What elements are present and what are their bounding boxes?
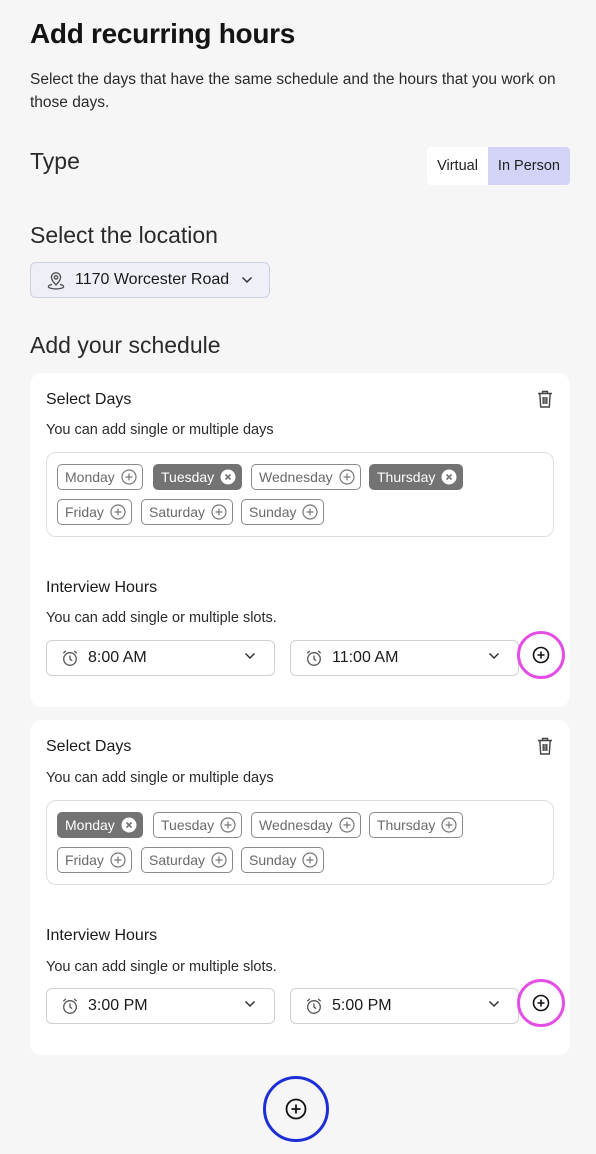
day-chip-sunday[interactable]: Sunday — [241, 499, 325, 525]
type-option-in-person[interactable]: In Person — [487, 147, 570, 185]
plus-circle-icon — [285, 1098, 307, 1120]
chevron-down-icon — [241, 276, 253, 284]
day-chip-wednesday[interactable]: Wednesday — [251, 464, 361, 490]
day-chip-sunday[interactable]: Sunday — [241, 847, 325, 873]
interview-hours-hint: You can add single or multiple slots. — [46, 610, 277, 626]
add-schedule-button[interactable] — [263, 1076, 329, 1142]
end-time-value: 11:00 AM — [332, 649, 399, 666]
day-chip-friday[interactable]: Friday — [57, 847, 132, 873]
page-subtitle: Select the days that have the same sched… — [30, 71, 556, 111]
day-chip-label: Sunday — [249, 504, 297, 520]
day-chip-saturday[interactable]: Saturday — [141, 499, 234, 525]
day-chip-tuesday[interactable]: Tuesday — [153, 812, 243, 838]
chevron-down-icon — [488, 652, 500, 660]
location-select-value: 1170 Worcester Road — [75, 271, 230, 288]
location-select[interactable]: 1170 Worcester Road — [30, 262, 270, 298]
chevron-down-icon — [244, 652, 256, 660]
day-chip-label: Saturday — [149, 852, 206, 868]
day-chip-label: Saturday — [149, 504, 206, 520]
chevron-down-icon — [244, 1000, 256, 1008]
end-time-select[interactable]: 11:00 AM — [290, 640, 519, 676]
day-chip-friday[interactable]: Friday — [57, 499, 132, 525]
alarm-clock-icon — [305, 649, 323, 667]
schedule-card: Select Days You can add single or multip… — [30, 720, 570, 1055]
schedule-card: Select Days You can add single or multip… — [30, 373, 570, 707]
add-slot-button[interactable] — [517, 979, 565, 1027]
days-selector: Monday Tuesday Wednesday Thursday Friday… — [46, 800, 554, 885]
day-chip-label: Thursday — [377, 817, 436, 833]
select-days-hint: You can add single or multiple days — [46, 770, 274, 786]
day-chip-label: Wednesday — [259, 817, 333, 833]
day-chip-label: Tuesday — [161, 817, 215, 833]
add-slot-button[interactable] — [517, 631, 565, 679]
day-chip-wednesday[interactable]: Wednesday — [251, 812, 361, 838]
x-circle-icon — [220, 469, 236, 485]
day-chip-monday[interactable]: Monday — [57, 812, 143, 838]
type-heading: Type — [30, 148, 80, 174]
alarm-clock-icon — [61, 997, 79, 1015]
plus-circle-icon — [532, 994, 550, 1012]
start-time-value: 3:00 PM — [88, 997, 148, 1014]
end-time-select[interactable]: 5:00 PM — [290, 988, 519, 1024]
plus-circle-icon — [339, 817, 355, 833]
x-circle-icon — [121, 817, 137, 833]
start-time-select[interactable]: 8:00 AM — [46, 640, 275, 676]
day-chip-label: Sunday — [249, 852, 297, 868]
trash-icon[interactable] — [536, 389, 554, 414]
select-days-title: Select Days — [46, 738, 132, 755]
type-option-virtual[interactable]: Virtual — [427, 147, 488, 185]
plus-circle-icon — [211, 852, 227, 868]
chevron-down-icon — [488, 1000, 500, 1008]
day-chip-tuesday[interactable]: Tuesday — [153, 464, 243, 490]
location-heading: Select the location — [30, 222, 218, 248]
plus-circle-icon — [110, 852, 126, 868]
plus-circle-icon — [339, 469, 355, 485]
plus-circle-icon — [302, 504, 319, 520]
page-title: Add recurring hours — [30, 18, 295, 49]
day-chip-thursday[interactable]: Thursday — [369, 812, 464, 838]
schedule-heading: Add your schedule — [30, 332, 221, 358]
alarm-clock-icon — [61, 649, 79, 667]
day-chip-label: Friday — [65, 852, 104, 868]
plus-circle-icon — [211, 504, 227, 520]
day-chip-label: Tuesday — [161, 469, 215, 485]
plus-circle-icon — [441, 817, 457, 833]
interview-hours-title: Interview Hours — [46, 579, 158, 596]
x-circle-icon — [441, 469, 457, 485]
interview-hours-hint: You can add single or multiple slots. — [46, 959, 277, 975]
trash-icon[interactable] — [536, 736, 554, 761]
plus-circle-icon — [121, 469, 137, 485]
alarm-clock-icon — [305, 997, 323, 1015]
day-chip-label: Thursday — [377, 469, 436, 485]
plus-circle-icon — [302, 852, 319, 868]
day-chip-monday[interactable]: Monday — [57, 464, 143, 490]
day-chip-label: Wednesday — [259, 469, 333, 485]
plus-circle-icon — [110, 504, 126, 520]
start-time-select[interactable]: 3:00 PM — [46, 988, 275, 1024]
select-days-title: Select Days — [46, 391, 132, 408]
plus-circle-icon — [532, 646, 550, 664]
interview-hours-title: Interview Hours — [46, 927, 158, 944]
days-selector: Monday Tuesday Wednesday Thursday Friday… — [46, 452, 554, 537]
location-pin-icon — [47, 270, 65, 290]
day-chip-label: Monday — [65, 817, 115, 833]
select-days-hint: You can add single or multiple days — [46, 422, 274, 438]
end-time-value: 5:00 PM — [332, 997, 392, 1014]
plus-circle-icon — [220, 817, 236, 833]
start-time-value: 8:00 AM — [88, 649, 147, 666]
type-toggle: Virtual In Person — [427, 147, 570, 185]
day-chip-saturday[interactable]: Saturday — [141, 847, 234, 873]
day-chip-label: Friday — [65, 504, 104, 520]
day-chip-thursday[interactable]: Thursday — [369, 464, 464, 490]
day-chip-label: Monday — [65, 469, 115, 485]
